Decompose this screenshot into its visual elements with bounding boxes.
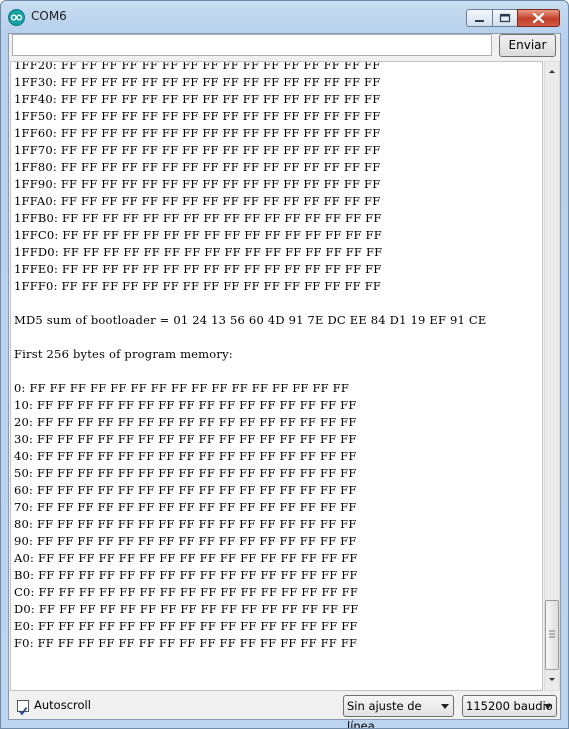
scroll-down-icon[interactable] [545,672,559,688]
output-line: 1FFF0: FF FF FF FF FF FF FF FF FF FF FF … [14,279,382,293]
close-icon [532,12,545,24]
output-line: C0: FF FF FF FF FF FF FF FF FF FF FF FF … [14,585,359,599]
output-line: MD5 sum of bootloader = 01 24 13 56 60 4… [14,313,487,327]
send-input[interactable] [12,34,492,56]
scroll-thumb[interactable] [545,600,559,670]
maximize-icon [499,13,511,23]
output-line: 1FF50: FF FF FF FF FF FF FF FF FF FF FF … [14,109,381,123]
send-button[interactable]: Enviar [499,34,556,57]
output-line: 60: FF FF FF FF FF FF FF FF FF FF FF FF … [14,483,357,497]
output-line: 1FFE0: FF FF FF FF FF FF FF FF FF FF FF … [14,262,382,276]
serial-monitor-window: COM6 Enviar 1FF20: FF FF FF FF FF FF FF … [0,0,569,729]
output-line: 80: FF FF FF FF FF FF FF FF FF FF FF FF … [14,517,357,531]
chevron-down-icon [544,704,552,709]
autoscroll-label: Autoscroll [34,698,91,712]
output-line: 0: FF FF FF FF FF FF FF FF FF FF FF FF F… [14,381,350,395]
minimize-icon [475,20,484,22]
output-line: 1FF70: FF FF FF FF FF FF FF FF FF FF FF … [14,143,381,157]
line-ending-value: Sin ajuste de línea [347,699,422,729]
output-line: 1FF90: FF FF FF FF FF FF FF FF FF FF FF … [14,177,381,191]
baud-rate-select[interactable]: 115200 baudio [462,695,557,717]
output-line: 70: FF FF FF FF FF FF FF FF FF FF FF FF … [14,500,357,514]
output-line: 1FFA0: FF FF FF FF FF FF FF FF FF FF FF … [14,194,381,208]
output-line: 10: FF FF FF FF FF FF FF FF FF FF FF FF … [14,398,357,412]
output-line: 1FF40: FF FF FF FF FF FF FF FF FF FF FF … [14,92,381,106]
serial-output[interactable]: 1FF20: FF FF FF FF FF FF FF FF FF FF FF … [10,61,543,691]
output-line: 50: FF FF FF FF FF FF FF FF FF FF FF FF … [14,466,357,480]
output-line: 30: FF FF FF FF FF FF FF FF FF FF FF FF … [14,432,357,446]
output-line: D0: FF FF FF FF FF FF FF FF FF FF FF FF … [14,602,359,616]
client-area: Enviar 1FF20: FF FF FF FF FF FF FF FF FF… [8,33,561,728]
output-line: F0: FF FF FF FF FF FF FF FF FF FF FF FF … [14,636,358,650]
output-line: E0: FF FF FF FF FF FF FF FF FF FF FF FF … [14,619,358,633]
output-line: 20: FF FF FF FF FF FF FF FF FF FF FF FF … [14,415,357,429]
output-line: 1FFC0: FF FF FF FF FF FF FF FF FF FF FF … [14,228,382,242]
baud-rate-value: 115200 baudio [466,699,553,713]
vertical-scrollbar[interactable] [544,61,560,691]
output-line: 1FFB0: FF FF FF FF FF FF FF FF FF FF FF … [14,211,382,225]
window-title: COM6 [31,9,67,23]
output-line: 1FF80: FF FF FF FF FF FF FF FF FF FF FF … [14,160,381,174]
output-line: 1FF60: FF FF FF FF FF FF FF FF FF FF FF … [14,126,381,140]
minimize-button[interactable] [466,9,493,27]
line-ending-select[interactable]: Sin ajuste de línea [343,695,454,728]
maximize-button[interactable] [492,9,518,27]
close-button[interactable] [517,9,560,27]
output-line: First 256 bytes of program memory: [14,347,233,361]
output-line: 90: FF FF FF FF FF FF FF FF FF FF FF FF … [14,534,357,548]
arduino-icon [8,9,25,26]
output-line: B0: FF FF FF FF FF FF FF FF FF FF FF FF … [14,568,358,582]
autoscroll-checkbox[interactable] [17,700,29,716]
output-line: A0: FF FF FF FF FF FF FF FF FF FF FF FF … [14,551,358,565]
title-bar[interactable]: COM6 [1,1,568,33]
checkmark-icon [18,707,28,716]
output-line: 1FF30: FF FF FF FF FF FF FF FF FF FF FF … [14,75,381,89]
output-line: 1FF20: FF FF FF FF FF FF FF FF FF FF FF … [14,61,381,72]
scroll-up-icon[interactable] [545,64,559,80]
output-line: 1FFD0: FF FF FF FF FF FF FF FF FF FF FF … [14,245,383,259]
chevron-down-icon [441,704,449,709]
footer-bar: Autoscroll Sin ajuste de línea 115200 ba… [9,691,560,728]
output-line: 40: FF FF FF FF FF FF FF FF FF FF FF FF … [14,449,357,463]
